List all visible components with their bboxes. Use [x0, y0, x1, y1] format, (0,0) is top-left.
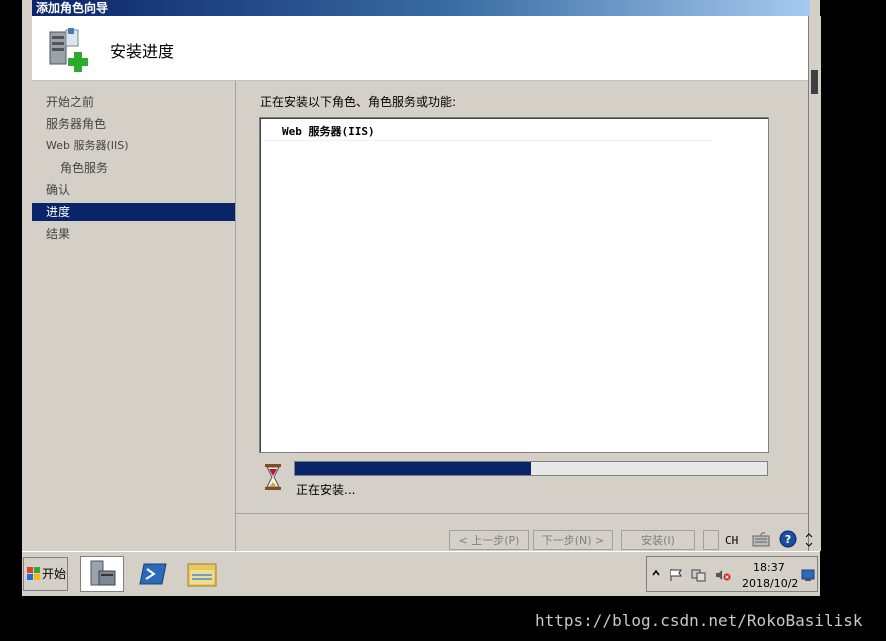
title-bar[interactable]: 添加角色向导 [32, 0, 810, 16]
nav-item-server-roles[interactable]: 服务器角色 [32, 115, 235, 133]
next-button[interactable]: 下一步(N) > [533, 530, 613, 550]
wizard-steps-nav: 开始之前 服务器角色 Web 服务器(IIS) 角色服务 确认 进度 结果 [32, 81, 236, 551]
divider [236, 513, 808, 514]
powershell-icon [139, 563, 167, 585]
clock-time[interactable]: 18:37 [753, 561, 785, 574]
previous-button[interactable]: < 上一步(P) [449, 530, 529, 550]
window-edge-scrollbar[interactable] [808, 16, 821, 551]
taskbar-explorer[interactable] [180, 556, 224, 592]
system-tray: 18:37 2018/10/2 [646, 556, 818, 592]
taskbar-server-manager[interactable] [80, 556, 124, 592]
svg-text:?: ? [785, 533, 791, 546]
nav-item-confirmation[interactable]: 确认 [32, 181, 235, 199]
list-item: Web 服务器(IIS) [282, 125, 375, 138]
taskbar-powershell[interactable] [132, 556, 176, 592]
start-button[interactable]: 开始 [23, 557, 68, 591]
add-roles-wizard-window: 添加角色向导 安装进度 开始之前 服务器角色 Web 服务器(IIS) 角色服务… [22, 0, 821, 551]
window-title: 添加角色向导 [36, 1, 109, 15]
show-desktop-icon[interactable] [801, 569, 815, 581]
clock-date[interactable]: 2018/10/2 [742, 577, 798, 590]
install-progress-bar [294, 461, 768, 476]
keyboard-icon[interactable] [752, 531, 770, 547]
hourglass-icon [265, 464, 281, 490]
row-divider [262, 140, 712, 141]
wizard-header: 安装进度 [32, 16, 808, 81]
nav-item-web-server-iis[interactable]: Web 服务器(IIS) [32, 137, 235, 155]
help-icon[interactable]: ? [779, 530, 797, 548]
taskbar: 开始 18:37 2018/10/2 [22, 551, 820, 596]
page-title: 安装进度 [110, 42, 175, 61]
volume-muted-icon[interactable] [715, 568, 731, 582]
watermark: https://blog.csdn.net/RokoBasilisk [535, 611, 863, 630]
network-icon[interactable] [691, 568, 707, 582]
nav-item-results[interactable]: 结果 [32, 225, 235, 243]
options-arrow-icon[interactable] [805, 533, 813, 547]
progress-status-text: 正在安装... [296, 483, 356, 497]
nav-item-progress[interactable]: 进度 [32, 203, 235, 221]
show-hidden-icons-icon[interactable] [652, 569, 660, 579]
language-indicator[interactable]: CH [725, 534, 738, 547]
nav-item-before-you-begin[interactable]: 开始之前 [32, 93, 235, 111]
server-add-icon [49, 28, 88, 72]
start-label: 开始 [42, 567, 67, 581]
install-button[interactable]: 安装(I) [621, 530, 695, 550]
scroll-thumb[interactable] [811, 70, 818, 94]
action-center-flag-icon[interactable] [669, 568, 683, 582]
wizard-content: 正在安装以下角色、角色服务或功能: Web 服务器(IIS) 正在安装... <… [236, 81, 813, 551]
installing-items-list[interactable]: Web 服务器(IIS) [259, 117, 769, 453]
folder-icon [187, 563, 217, 587]
server-manager-icon [90, 560, 116, 586]
ime-toggle-button[interactable] [703, 530, 719, 550]
progress-fill [295, 462, 531, 475]
nav-item-role-services[interactable]: 角色服务 [32, 159, 235, 177]
installing-label: 正在安装以下角色、角色服务或功能: [260, 95, 457, 109]
windows-logo-icon [27, 567, 40, 580]
